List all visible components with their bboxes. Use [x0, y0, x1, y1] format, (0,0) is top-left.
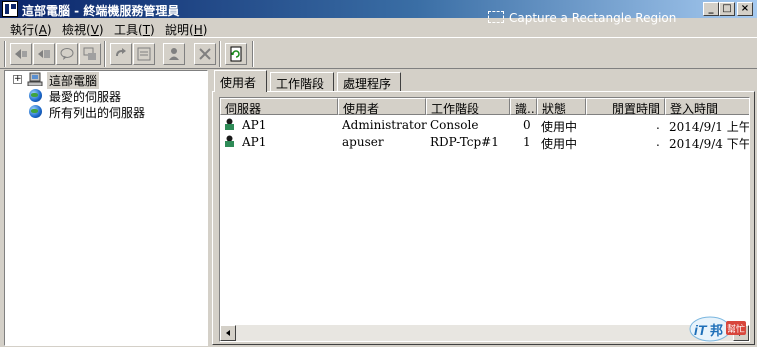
column-header-idle-time[interactable]: 閒置時間	[586, 98, 665, 115]
tab-processes[interactable]: 處理程序	[337, 72, 401, 91]
maximize-button[interactable]: □	[719, 2, 735, 16]
ithome-watermark-logo: iT 邦 幫忙	[688, 313, 748, 343]
cell-user: Administrator	[342, 118, 427, 132]
column-header-server[interactable]: 伺服器	[220, 98, 338, 115]
user-icon	[225, 118, 234, 130]
users-tab-panel: 伺服器 使用者 工作階段 識... 狀態 閒置時間 登入時間 AP1 Admin…	[212, 91, 755, 345]
tree-item-all-listed-servers[interactable]: 所有列出的伺服器	[5, 104, 205, 120]
globe-icon	[29, 89, 42, 102]
cell-id: 0	[523, 118, 531, 132]
cell-id: 1	[523, 135, 531, 149]
status-icon[interactable]	[133, 43, 155, 65]
toolbar-grip	[4, 41, 6, 67]
globe-icon	[29, 105, 42, 118]
column-header-state[interactable]: 狀態	[537, 98, 586, 115]
arrow-left-icon	[226, 330, 230, 336]
menu-help[interactable]: 說明(H)	[165, 21, 207, 38]
tree-label: 最愛的伺服器	[49, 90, 122, 104]
disconnect-icon[interactable]	[33, 43, 55, 65]
toolbar-separator	[219, 41, 221, 67]
connect-icon[interactable]	[10, 43, 32, 65]
computer-icon	[27, 72, 43, 86]
minimize-button[interactable]: _	[703, 2, 719, 16]
watermark-bang: 邦	[710, 323, 723, 339]
cell-server: AP1	[242, 135, 267, 149]
users-list[interactable]: 伺服器 使用者 工作階段 識... 狀態 閒置時間 登入時間 AP1 Admin…	[219, 97, 750, 342]
cell-server: AP1	[242, 118, 267, 132]
cell-idle: .	[656, 118, 660, 132]
close-button[interactable]: ×	[737, 2, 753, 16]
details-pane: 使用者 工作階段 處理程序 伺服器 使用者 工作階段 識... 狀態 閒置時間 …	[212, 70, 757, 347]
tree-item-favorite-servers[interactable]: 最愛的伺服器	[5, 88, 205, 104]
tree-item-this-computer[interactable]: + 這部電腦	[5, 72, 205, 89]
menu-action[interactable]: 執行(A)	[10, 21, 52, 38]
cell-logon: 2014/9/4 下午...	[669, 137, 749, 151]
horizontal-scrollbar[interactable]	[220, 325, 749, 341]
reset-icon[interactable]	[110, 43, 132, 65]
tab-users[interactable]: 使用者	[214, 70, 267, 92]
refresh-icon[interactable]	[225, 43, 247, 65]
watermark-it: iT	[694, 322, 708, 338]
title-bar: 這部電腦 - 終端機服務管理員 Capture a Rectangle Regi…	[0, 0, 757, 25]
logoff-icon[interactable]	[163, 43, 185, 65]
cell-user: apuser	[342, 135, 384, 149]
window-title: 這部電腦 - 終端機服務管理員	[22, 4, 180, 18]
tree-label: 這部電腦	[47, 72, 100, 89]
toolbar-separator	[252, 41, 254, 67]
terminal-services-app-icon[interactable]	[2, 1, 18, 17]
menu-bar: 執行(A) 檢視(V) 工具(T) 說明(H)	[0, 19, 757, 37]
cell-session: RDP-Tcp#1	[430, 135, 499, 149]
toolbar	[0, 37, 757, 69]
tab-sessions[interactable]: 工作階段	[270, 72, 334, 91]
send-message-icon[interactable]	[56, 43, 78, 65]
menu-tools[interactable]: 工具(T)	[114, 21, 155, 38]
watermark-help: 幫忙	[727, 323, 745, 335]
toolbar-separator	[104, 41, 106, 67]
server-tree[interactable]: + 這部電腦 最愛的伺服器 所有列出的伺服器	[4, 70, 208, 346]
cell-state: 使用中	[541, 137, 578, 151]
tree-label: 所有列出的伺服器	[49, 106, 146, 120]
scroll-left-button[interactable]	[220, 325, 236, 341]
end-process-icon[interactable]	[194, 43, 216, 65]
cell-session: Console	[430, 118, 479, 132]
table-row[interactable]: AP1 apuser RDP-Tcp#1 1 使用中 . 2014/9/4 下午…	[220, 133, 749, 151]
cell-idle: .	[656, 135, 660, 149]
menu-view[interactable]: 檢視(V)	[62, 21, 104, 38]
table-row[interactable]: AP1 Administrator Console 0 使用中 . 2014/9…	[220, 116, 749, 134]
user-icon	[225, 135, 234, 147]
column-header-id[interactable]: 識...	[510, 98, 537, 115]
column-header-user[interactable]: 使用者	[338, 98, 426, 115]
remote-control-icon[interactable]	[79, 43, 101, 65]
column-header-session[interactable]: 工作階段	[426, 98, 510, 115]
column-header-logon-time[interactable]: 登入時間	[665, 98, 749, 115]
tree-expander[interactable]: +	[13, 75, 22, 84]
